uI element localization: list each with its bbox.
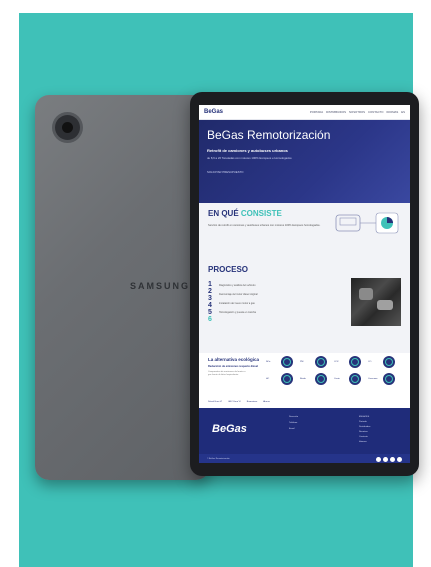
step-number: 5 (208, 309, 212, 316)
stats-grid: NOx PM CO2 CO HC Ruido Coste Consumo (266, 356, 400, 385)
stat-item: CO2 (334, 356, 366, 368)
comparison-label: GNC Euro VI (227, 401, 241, 403)
contact-line: Teléfono (289, 422, 298, 424)
step-number: 3 (208, 295, 212, 302)
site-footer: BeGas Dirección Teléfono Email ENLACES P… (199, 408, 410, 454)
step-text: Diagnóstico y análisis del vehículo (219, 284, 256, 287)
stat-item: HC (266, 373, 298, 385)
language-switch[interactable]: ES (401, 110, 405, 114)
gauge-icon (383, 373, 395, 385)
section-description: Comparativa de emisiones del motor a gas… (208, 371, 246, 376)
step-text: Desmontaje del motor diésel original (219, 293, 258, 296)
gauge-icon (281, 373, 293, 385)
brand-label: SAMSUNG (130, 281, 191, 291)
step-number: 2 (208, 288, 212, 295)
stat-label: Ruido (300, 378, 306, 380)
footer-link[interactable]: Nosotros (359, 431, 370, 433)
stat-item: CO (368, 356, 400, 368)
twitter-icon[interactable] (383, 456, 388, 462)
gauge-icon (349, 356, 361, 368)
nav-link[interactable]: NOSOTROS (349, 110, 365, 114)
footer-link[interactable]: Portada (359, 421, 370, 423)
stat-label: Coste (334, 378, 340, 380)
youtube-icon[interactable] (397, 456, 402, 462)
title-highlight: CONSISTE (240, 209, 282, 218)
engine-photo (351, 278, 401, 326)
social-links (376, 456, 402, 462)
contact-line: Email (289, 428, 295, 430)
contact-line: Dirección (289, 416, 299, 418)
stat-label: HC (266, 378, 270, 380)
tablet-front: BeGas PORTADA DISTRIBUIDOS NOSOTROS CONT… (190, 92, 419, 476)
nav-links: PORTADA DISTRIBUIDOS NOSOTROS CONTACTO I… (310, 110, 405, 114)
comparison-label: Ahorro (263, 401, 270, 403)
comparison-row: Diésel Euro VI GNC Euro VI Biometano Aho… (208, 401, 270, 403)
nav-link[interactable]: CONTACTO (368, 110, 383, 114)
footer-contact: Dirección Teléfono Email (289, 416, 298, 434)
step-number: 4 (208, 302, 212, 309)
copyright-text: © BeGas Remotorización (207, 458, 230, 460)
facebook-icon[interactable] (376, 456, 381, 462)
hero-section: BeGas Remotorización Retrofit de camione… (199, 120, 410, 203)
stat-label: CO (368, 361, 372, 363)
hero-subtitle: Retrofit de camiones y autobuses urbanos (207, 148, 288, 153)
hero-description: de 8,6 a 20 Toneladas con motores 100% E… (207, 156, 292, 160)
stat-item: Ruido (300, 373, 332, 385)
stat-item: NOx (266, 356, 298, 368)
footer-links-title: ENLACES (359, 416, 370, 418)
process-section: PROCESO 1 2 3 4 5 6 Diagnóstico y anális… (199, 263, 410, 353)
nav-link[interactable]: DISTRIBUIDOS (326, 110, 346, 114)
stat-label: NOx (266, 361, 271, 363)
gauge-icon (281, 356, 293, 368)
stat-item: Consumo (368, 373, 400, 385)
step-numbers: 1 2 3 4 5 6 (208, 281, 214, 323)
footer-links: ENLACES Portada Distribuidos Nosotros Co… (359, 416, 370, 446)
gauge-icon (349, 373, 361, 385)
step-number: 6 (208, 316, 212, 323)
camera-icon (55, 115, 80, 140)
stat-label: PM (300, 361, 304, 363)
step-number: 1 (208, 281, 212, 288)
comparison-label: Diésel Euro VI (208, 401, 222, 403)
step-descriptions: Diagnóstico y análisis del vehículo Desm… (219, 284, 329, 320)
eco-section: La alternativa ecológica Reducción de em… (199, 353, 410, 408)
page-title: BeGas Remotorización (207, 128, 331, 142)
tablet-back: SAMSUNG (35, 95, 210, 480)
about-section: EN QUÉ CONSISTE Servicio de retrofit en … (199, 203, 410, 263)
title-part: EN QUÉ (208, 209, 239, 218)
quote-button[interactable]: SOLICITAR PRESUPUESTO (207, 170, 402, 174)
gauge-icon (315, 356, 327, 368)
footer-bottom-bar: © BeGas Remotorización (199, 454, 410, 463)
stat-label: CO2 (334, 361, 339, 363)
top-nav: BeGas PORTADA DISTRIBUIDOS NOSOTROS CONT… (199, 105, 410, 120)
comparison-label: Biometano (246, 401, 258, 403)
gauge-icon (315, 373, 327, 385)
footer-link[interactable]: Distribuidos (359, 426, 370, 428)
step-text: Homologación y puesta en marcha (219, 311, 256, 314)
stat-item: Coste (334, 373, 366, 385)
section-title: PROCESO (208, 265, 249, 274)
stat-label: Consumo (368, 378, 378, 380)
bus-illustration (335, 212, 399, 234)
nav-link[interactable]: IDIOMAS (386, 110, 398, 114)
site-logo[interactable]: BeGas (204, 109, 223, 115)
footer-link[interactable]: Contacto (359, 436, 370, 438)
stat-item: PM (300, 356, 332, 368)
footer-link[interactable]: Idiomas (359, 441, 370, 443)
step-text: Instalación del nuevo motor a gas (219, 302, 255, 305)
linkedin-icon[interactable] (390, 456, 395, 462)
nav-link[interactable]: PORTADA (310, 110, 323, 114)
footer-logo[interactable]: BeGas (212, 423, 247, 435)
gauge-icon (383, 356, 395, 368)
tablet-screen: BeGas PORTADA DISTRIBUIDOS NOSOTROS CONT… (199, 105, 410, 463)
